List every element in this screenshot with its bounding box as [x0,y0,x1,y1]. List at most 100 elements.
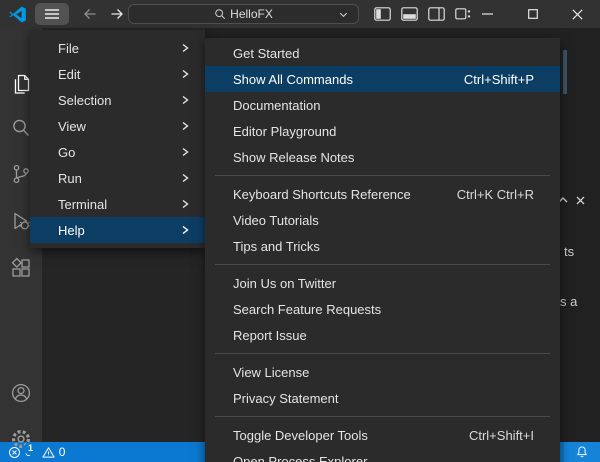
menu-item-label: File [58,41,79,56]
maximize-button[interactable] [510,0,555,28]
hamburger-menu-icon [44,7,60,21]
go-forward-button[interactable] [108,6,125,23]
submenu-item-video-tutorials[interactable]: Video Tutorials [205,207,560,233]
menu-item-label: Help [58,223,85,238]
submenu-item-label: Get Started [233,46,299,61]
submenu-item-report-issue[interactable]: Report Issue [205,322,560,348]
close-icon[interactable] [575,195,586,206]
minimize-icon [482,13,493,15]
layout-controls [373,0,472,28]
submenu-item-label: Show Release Notes [233,150,354,165]
accounts-icon[interactable] [9,381,33,405]
submenu-chevron-icon [179,172,191,184]
menu-separator [215,264,550,265]
layout-sidebar-right-icon [428,7,445,21]
submenu-item-show-all-commands[interactable]: Show All Commands Ctrl+Shift+P [205,66,560,92]
submenu-chevron-icon [179,224,191,236]
submenu-item-editor-playground[interactable]: Editor Playground [205,118,560,144]
vscode-logo [8,5,27,24]
submenu-item-label: Keyboard Shortcuts Reference [233,187,411,202]
submenu-chevron-icon [179,42,191,54]
menu-item-label: Go [58,145,75,160]
submenu-item-privacy-statement[interactable]: Privacy Statement [205,385,560,411]
chevron-down-icon [338,9,349,20]
layout-panel-icon [401,7,418,21]
command-center-value: HelloFX [230,7,273,21]
submenu-item-label: Report Issue [233,328,307,343]
submenu-item-view-license[interactable]: View License [205,359,560,385]
submenu-item-label: View License [233,365,309,380]
submenu-chevron-icon [179,94,191,106]
submenu-item-label: Documentation [233,98,320,113]
title-bar: HelloFX [0,0,600,28]
command-center-search[interactable]: HelloFX [128,4,359,24]
submenu-chevron-icon [179,146,191,158]
scrollbar[interactable] [563,50,567,94]
submenu-item-documentation[interactable]: Documentation [205,92,560,118]
submenu-item-join-us-on-twitter[interactable]: Join Us on Twitter [205,270,560,296]
arrow-right-icon [109,6,125,22]
submenu-chevron-icon [179,198,191,210]
submenu-item-open-process-explorer[interactable]: Open Process Explorer [205,448,560,462]
menu-item-selection[interactable]: Selection [30,87,205,113]
menu-item-label: View [58,119,86,134]
menu-item-label: Selection [58,93,111,108]
extensions-icon[interactable] [9,256,33,280]
submenu-item-label: Toggle Developer Tools [233,428,368,443]
submenu-item-get-started[interactable]: Get Started [205,40,560,66]
warning-count: 0 [59,445,66,459]
submenu-item-search-feature-requests[interactable]: Search Feature Requests [205,296,560,322]
submenu-item-toggle-developer-tools[interactable]: Toggle Developer Tools Ctrl+Shift+I [205,422,560,448]
menu-item-go[interactable]: Go [30,139,205,165]
arrow-left-icon [82,6,98,22]
submenu-item-tips-and-tricks[interactable]: Tips and Tricks [205,233,560,259]
application-menu: File Edit Selection View Go Run Terminal… [30,30,205,248]
toggle-primary-sidebar-button[interactable] [373,5,391,23]
submenu-chevron-icon [179,120,191,132]
submenu-item-label: Search Feature Requests [233,302,381,317]
editor-text-fragment: ts [564,244,574,259]
submenu-chevron-icon [179,68,191,80]
submenu-item-label: Editor Playground [233,124,336,139]
menu-item-terminal[interactable]: Terminal [30,191,205,217]
toggle-secondary-sidebar-button[interactable] [427,5,445,23]
menu-item-view[interactable]: View [30,113,205,139]
settings-badge: 1 [24,442,37,455]
warnings-icon [42,446,55,459]
go-back-button[interactable] [81,6,98,23]
close-icon [572,9,583,20]
help-submenu: Get Started Show All Commands Ctrl+Shift+… [205,38,560,462]
submenu-item-label: Privacy Statement [233,391,339,406]
submenu-item-label: Video Tutorials [233,213,319,228]
application-menu-button[interactable] [35,3,69,25]
editor-text-fragment: s a [560,294,577,309]
minimize-button[interactable] [465,0,510,28]
layout-sidebar-left-icon [374,7,391,21]
vscode-window: ts s a 0 0 [0,0,600,462]
window-controls [465,0,600,28]
menu-item-edit[interactable]: Edit [30,61,205,87]
keybinding-label: Ctrl+K Ctrl+R [457,187,534,202]
notifications-button[interactable] [564,442,600,462]
toggle-panel-button[interactable] [400,5,418,23]
menu-separator [215,353,550,354]
keybinding-label: Ctrl+Shift+I [469,428,534,443]
submenu-item-show-release-notes[interactable]: Show Release Notes [205,144,560,170]
maximize-icon [528,9,538,19]
submenu-item-label: Join Us on Twitter [233,276,336,291]
menu-item-label: Edit [58,67,80,82]
submenu-item-keyboard-shortcuts-reference[interactable]: Keyboard Shortcuts Reference Ctrl+K Ctrl+… [205,181,560,207]
menu-item-run[interactable]: Run [30,165,205,191]
bell-icon [575,445,589,459]
menu-item-help[interactable]: Help [30,217,205,243]
menu-separator [215,416,550,417]
submenu-item-label: Tips and Tricks [233,239,320,254]
settings-gear-icon[interactable]: 1 [9,427,33,451]
menu-item-file[interactable]: File [30,35,205,61]
close-window-button[interactable] [555,0,600,28]
menu-separator [215,175,550,176]
menu-item-label: Terminal [58,197,107,212]
menu-item-label: Run [58,171,82,186]
submenu-item-label: Show All Commands [233,72,353,87]
keybinding-label: Ctrl+Shift+P [464,72,534,87]
